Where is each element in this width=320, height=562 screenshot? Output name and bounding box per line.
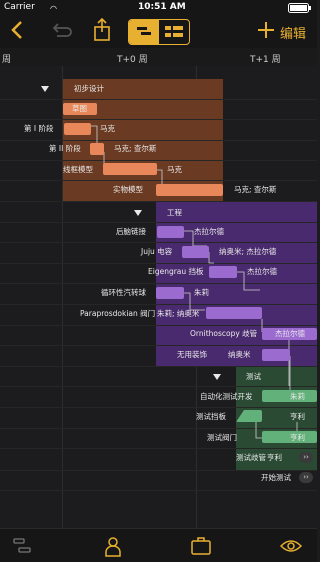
loop-resource: 朱莉 xyxy=(194,288,209,297)
more-chevron-icon[interactable]: ›› xyxy=(299,452,313,463)
undo-button[interactable] xyxy=(49,22,73,42)
person-icon xyxy=(105,537,121,557)
carrier-label: Carrier xyxy=(4,2,35,12)
list-outline-icon xyxy=(13,538,31,553)
share-button[interactable] xyxy=(93,17,111,44)
juju-resource: 纳奥米; 杰拉尔德 xyxy=(219,247,277,256)
test-manifold-label: 测试歧管 xyxy=(236,453,266,462)
inspector-tab[interactable] xyxy=(190,536,212,558)
timeline-header: 周 T+0 周 T+1 周 xyxy=(0,48,317,67)
phase1-label: 第 I 阶段 xyxy=(24,124,54,133)
phase1-resource: 马克 xyxy=(100,124,115,133)
week-next-label: T+1 周 xyxy=(250,55,281,65)
clock: 10:51 AM xyxy=(138,2,186,12)
juju-bar[interactable] xyxy=(182,246,209,258)
briefcase-icon xyxy=(191,537,211,555)
wireframe-resource: 马克 xyxy=(167,165,182,174)
physical-model-bar[interactable] xyxy=(156,184,223,196)
plus-icon xyxy=(258,22,274,38)
gantt-chart: 初步设计 草图 第 I 阶段 马克 第 II 阶段 马克; 查尔斯 线框模型 马… xyxy=(0,66,317,528)
edit-button[interactable]: 编辑 xyxy=(280,23,306,42)
eigengrau-label: Eigengrau 挡板 xyxy=(148,267,204,276)
phase2-bar[interactable] xyxy=(90,143,104,155)
back-button[interactable] xyxy=(10,19,24,43)
test-baffle-resource: 亨利 xyxy=(290,412,305,421)
phase1-bar[interactable] xyxy=(64,123,91,135)
test-valve-resource: 亨利 xyxy=(290,433,305,442)
wifi-icon: ◠ xyxy=(50,4,57,13)
eigengrau-bar[interactable] xyxy=(209,266,237,278)
loop-label: 循环性汽转球 xyxy=(101,288,146,297)
test-baffle-label: 测试挡板 xyxy=(196,412,226,421)
status-bar: Carrier ◠ 10:51 AM xyxy=(0,0,317,14)
useless-bar[interactable] xyxy=(262,349,290,361)
useless-resource: 纳奥米 xyxy=(228,350,251,359)
add-button[interactable] xyxy=(257,20,275,42)
resources-tab[interactable] xyxy=(104,536,122,560)
tab-bar xyxy=(0,528,317,562)
phase2-resource: 马克; 查尔斯 xyxy=(114,144,157,153)
rear-link-bar[interactable] xyxy=(157,226,184,238)
share-icon xyxy=(94,17,110,41)
loop-bar[interactable] xyxy=(156,287,184,299)
chevron-left-icon xyxy=(11,21,22,39)
physical-model-resource: 马克; 查尔斯 xyxy=(234,185,277,194)
collapse-triangle-icon[interactable] xyxy=(134,210,142,216)
wireframe-bar[interactable] xyxy=(103,163,157,175)
sketch-label: 草图 xyxy=(72,104,87,113)
ornithoscopy-resource: 杰拉尔德 xyxy=(275,329,305,338)
collapse-triangle-icon[interactable] xyxy=(41,86,49,92)
design-group-label: 初步设计 xyxy=(74,84,104,93)
outline-icon xyxy=(137,27,151,35)
test-manifold-resource: 亨利 xyxy=(267,453,282,462)
ornithoscopy-label: Ornithoscopy 歧管 xyxy=(190,329,258,338)
view-segmented-control xyxy=(128,19,190,45)
useless-label: 无用装饰 xyxy=(177,350,207,359)
engineering-group-label: 工程 xyxy=(167,208,182,217)
nav-bar: 编辑 xyxy=(0,14,317,48)
autotest-label: 自动化测试开发 xyxy=(200,392,253,401)
paraprosdokian-resource: 朱莉; 纳奥米 xyxy=(157,309,200,318)
start-test-label: 开始测试 xyxy=(261,473,291,482)
outline-tab[interactable] xyxy=(12,536,32,558)
testing-group-label: 测试 xyxy=(246,372,261,381)
undo-icon xyxy=(52,23,72,37)
paraprosdokian-bar[interactable] xyxy=(206,307,262,319)
rear-link-label: 后脑链接 xyxy=(116,227,146,236)
autotest-resource: 朱莉 xyxy=(290,392,305,401)
outline-view-segment[interactable] xyxy=(129,20,159,44)
phase2-label: 第 II 阶段 xyxy=(49,144,81,153)
collapse-triangle-icon[interactable] xyxy=(213,374,221,380)
eye-icon xyxy=(279,540,303,552)
more-chevron-icon[interactable]: ›› xyxy=(299,472,313,483)
view-options-tab[interactable] xyxy=(279,536,303,558)
gantt-view-segment[interactable] xyxy=(159,20,189,44)
eigengrau-resource: 杰拉尔德 xyxy=(247,267,277,276)
juju-label: Juju 电容 xyxy=(141,247,173,256)
paraprosdokian-label: Paraprosdokian 阀门 xyxy=(80,309,156,318)
week-prev-label: 周 xyxy=(2,55,12,65)
physical-model-label: 实物模型 xyxy=(113,185,143,194)
rear-link-resource: 杰拉尔德 xyxy=(194,227,224,236)
wireframe-label: 线框模型 xyxy=(63,165,93,174)
grid-icon xyxy=(165,26,183,37)
test-valve-label: 测试阀门 xyxy=(207,433,237,442)
week-current-label: T+0 周 xyxy=(117,55,148,65)
